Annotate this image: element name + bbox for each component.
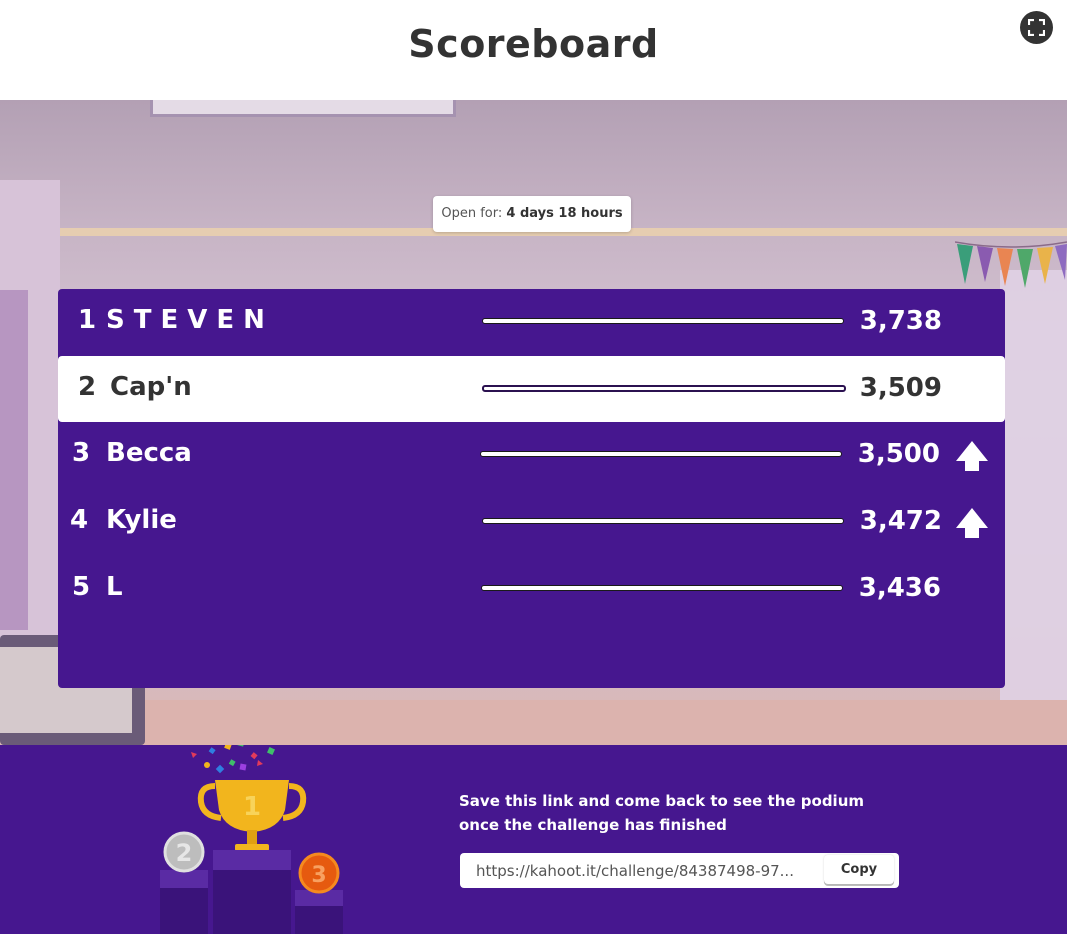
score: 3,738: [859, 306, 942, 336]
challenge-link-field[interactable]: https://kahoot.it/challenge/84387498-97.…: [460, 853, 899, 888]
scoreboard-panel: 1 STEVEN 3,738 2 Cap'n 3,509 3 Becca 3,5…: [58, 289, 1005, 688]
scoreboard-row: 1 STEVEN 3,738: [58, 289, 1005, 355]
score-bar: [482, 318, 844, 324]
open-for-label: Open for:: [441, 206, 503, 221]
copy-button[interactable]: Copy: [824, 855, 894, 884]
podium-label-second: 2: [176, 839, 193, 867]
page-title: Scoreboard: [408, 22, 659, 66]
floor: [140, 700, 1067, 745]
score: 3,509: [859, 373, 942, 403]
fullscreen-button[interactable]: [1020, 11, 1053, 44]
save-link-message: Save this link and come back to see the …: [459, 792, 864, 834]
score: 3,500: [857, 439, 940, 469]
score-bar: [482, 385, 846, 392]
footer: 1 2 3 Save this link and come back to se…: [0, 745, 1067, 934]
score: 3,436: [858, 573, 941, 603]
challenge-link-text[interactable]: https://kahoot.it/challenge/84387498-97.…: [476, 862, 816, 880]
ceiling-light: [150, 100, 456, 117]
right-curtain: [1000, 270, 1067, 740]
scoreboard-row: 4 Kylie 3,472: [58, 489, 1005, 555]
podium-label-third: 3: [311, 863, 326, 888]
player-name: Cap'n: [110, 372, 192, 402]
player-name: Becca: [106, 438, 192, 468]
fullscreen-icon: [1028, 19, 1045, 36]
arrow-up-icon: [956, 508, 988, 538]
player-name: L: [106, 572, 123, 602]
rank: 3: [72, 438, 91, 468]
player-name: Kylie: [106, 505, 177, 535]
rank: 4: [70, 505, 89, 535]
player-name: STEVEN: [106, 305, 274, 335]
arrow-up-icon: [956, 441, 988, 471]
rank: 2: [78, 372, 97, 402]
open-for-badge: Open for: 4 days 18 hours: [433, 196, 631, 232]
rank: 5: [72, 572, 91, 602]
scoreboard-row: 3 Becca 3,500: [58, 422, 1005, 488]
score-bar: [480, 451, 842, 457]
score-bar: [481, 585, 843, 591]
scoreboard-row: 5 L 3,436: [58, 556, 1005, 622]
trophy-podium-icon: 1 2 3: [160, 745, 343, 934]
left-window: [0, 290, 28, 630]
open-for-value: 4 days 18 hours: [506, 206, 623, 221]
scoreboard-row-current-player: 2 Cap'n 3,509: [58, 356, 1005, 422]
score: 3,472: [859, 506, 942, 536]
score-bar: [482, 518, 844, 524]
header: Scoreboard: [0, 0, 1067, 100]
rank: 1: [78, 305, 97, 335]
podium-label-first: 1: [243, 792, 261, 822]
